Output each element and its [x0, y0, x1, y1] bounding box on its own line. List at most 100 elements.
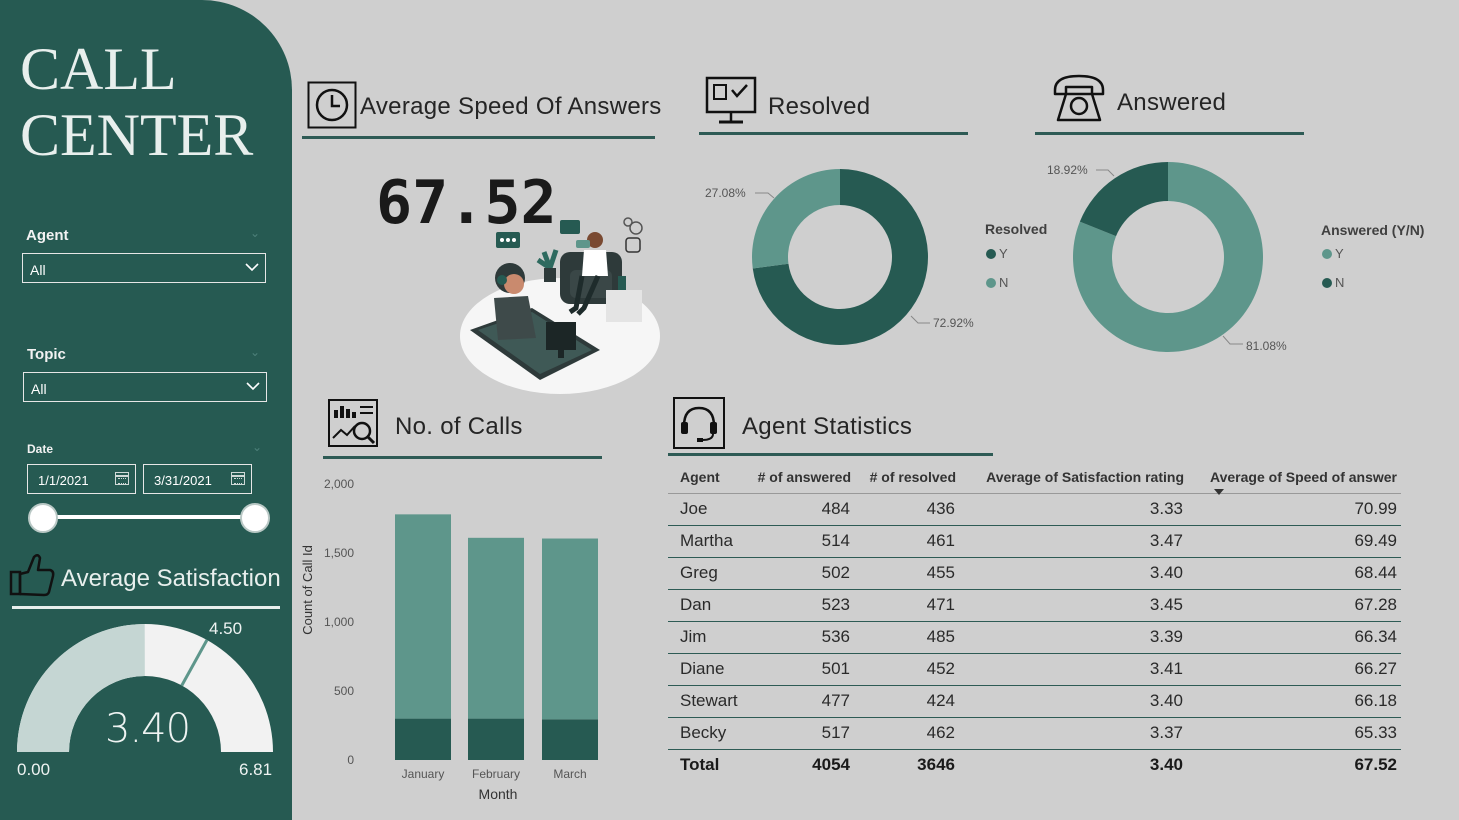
bar-march-segment-0[interactable]	[542, 719, 598, 760]
table-cell: 66.27	[1188, 653, 1401, 686]
legend-swatch	[1322, 249, 1332, 259]
donut-slice-n[interactable]	[1079, 162, 1168, 237]
table-row[interactable]: Joe 484 436 3.33 70.99	[668, 493, 1401, 526]
donut-slice-n[interactable]	[752, 169, 840, 269]
answered-title: Answered	[1117, 89, 1227, 116]
agent-stats-table: Agent # of answered # of resolved Averag…	[668, 461, 1401, 781]
agent-dropdown-value: All	[30, 262, 46, 278]
answered-divider	[1035, 132, 1304, 135]
date-range-start-handle[interactable]	[28, 503, 58, 533]
agent-stats-table-container: Agent # of answered # of resolved Averag…	[668, 461, 1401, 781]
table-cell: 485	[855, 621, 960, 654]
table-cell: 65.33	[1188, 717, 1401, 750]
column-header-resolved[interactable]: # of resolved	[855, 461, 960, 494]
table-row[interactable]: Greg 502 455 3.40 68.44	[668, 557, 1401, 590]
table-cell: 484	[746, 493, 855, 526]
column-header-speed-label: Average of Speed of answer	[1210, 468, 1397, 485]
table-row[interactable]: Dan 523 471 3.45 67.28	[668, 589, 1401, 622]
calls-bars	[395, 514, 598, 760]
call-center-illustration	[460, 217, 660, 394]
answered-legend-item-y[interactable]: Y	[1322, 246, 1344, 261]
legend-swatch	[1322, 278, 1332, 288]
total-cell: 3.40	[1149, 755, 1183, 775]
start-date-input[interactable]: 1/1/2021	[27, 464, 136, 494]
resolved-legend-item-n[interactable]: N	[986, 275, 1008, 290]
telephone-icon	[1053, 74, 1105, 122]
table-row[interactable]: Becky 517 462 3.37 65.33	[668, 717, 1401, 750]
gauge-value-label: 3.40	[105, 706, 191, 752]
sort-descending-icon	[1214, 488, 1224, 495]
resolved-divider	[699, 132, 968, 135]
table-cell: 502	[746, 557, 855, 590]
bar-january-segment-0[interactable]	[395, 718, 451, 760]
resolved-legend-label-n: N	[999, 275, 1009, 290]
table-cell: 68.44	[1188, 557, 1401, 590]
agent-name-cell: Dan	[668, 589, 746, 622]
y-tick-label: 500	[334, 684, 354, 698]
answered-n-data-label: 18.92%	[1047, 163, 1088, 177]
answered-legend-title: Answered (Y/N)	[1321, 222, 1425, 238]
y-tick-label: 2,000	[324, 477, 354, 491]
calls-bar-chart: 2,000 1,500 1,000 500 0 January February March…	[300, 477, 598, 802]
table-cell: 462	[855, 717, 960, 750]
table-cell: 523	[746, 589, 855, 622]
resolved-legend-item-y[interactable]: Y	[986, 246, 1008, 261]
bar-february-segment-1[interactable]	[468, 537, 524, 719]
answered-legend-label-n: N	[1335, 275, 1345, 290]
answered-legend-label-y: Y	[1335, 246, 1344, 261]
table-cell: 70.99	[1188, 493, 1401, 526]
date-range-end-handle[interactable]	[240, 503, 270, 533]
answered-legend-item-n[interactable]: N	[1322, 275, 1344, 290]
avg-satisfaction-title: Average Satisfaction	[61, 565, 281, 592]
topic-dropdown-value: All	[31, 381, 47, 397]
report-chart-icon	[328, 399, 378, 447]
table-row[interactable]: Jim 536 485 3.39 66.34	[668, 621, 1401, 654]
total-cell: 67.52	[1354, 755, 1397, 775]
end-date-input[interactable]: 3/31/2021	[143, 464, 252, 494]
app-title-line2: CENTER	[20, 102, 254, 168]
table-cell: 514	[746, 525, 855, 558]
x-tick-label: February	[472, 767, 520, 781]
calendar-icon[interactable]	[231, 472, 245, 485]
total-label-cell: Total	[680, 755, 720, 775]
table-cell: 452	[855, 653, 960, 686]
legend-swatch	[986, 249, 996, 259]
topic-slicer-collapse-icon[interactable]: ⌄	[250, 345, 260, 359]
calendar-icon[interactable]	[115, 472, 129, 485]
calls-y-axis-title: Count of Call Id	[300, 545, 315, 635]
table-row[interactable]: Diane 501 452 3.41 66.27	[668, 653, 1401, 686]
resolved-n-leader-line	[755, 192, 775, 199]
column-header-satisfaction[interactable]: Average of Satisfaction rating	[960, 461, 1188, 494]
agent-name-cell: Becky	[668, 717, 746, 750]
date-range-slider-track[interactable]	[42, 515, 256, 519]
x-tick-label: March	[553, 767, 586, 781]
y-tick-label: 1,000	[324, 615, 354, 629]
bar-march-segment-1[interactable]	[542, 538, 598, 720]
table-cell: 3.40	[960, 685, 1188, 718]
table-row[interactable]: Martha 514 461 3.47 69.49	[668, 525, 1401, 558]
column-header-agent[interactable]: Agent	[668, 461, 746, 494]
answered-donut-chart	[1073, 162, 1263, 352]
agent-name-cell: Martha	[668, 525, 746, 558]
table-cell: 3.39	[960, 621, 1188, 654]
agent-dropdown[interactable]: All	[22, 253, 266, 283]
table-cell: 501	[746, 653, 855, 686]
table-row[interactable]: Stewart 477 424 3.40 66.18	[668, 685, 1401, 718]
column-header-answered[interactable]: # of answered	[746, 461, 855, 494]
table-cell: 3.33	[960, 493, 1188, 526]
date-slicer-label: Date	[27, 442, 54, 456]
bar-january-segment-1[interactable]	[395, 514, 451, 719]
calls-x-axis: January February March	[402, 767, 587, 781]
date-slicer-collapse-icon[interactable]: ⌄	[252, 440, 262, 454]
table-cell: 471	[855, 589, 960, 622]
app-title-line1: CALL	[20, 36, 177, 102]
table-cell: 3.45	[960, 589, 1188, 622]
gauge-max-label: 6.81	[239, 760, 273, 779]
agent-name-cell: Stewart	[668, 685, 746, 718]
bar-february-segment-0[interactable]	[468, 718, 524, 760]
agent-stats-title: Agent Statistics	[742, 413, 913, 440]
agent-slicer-collapse-icon[interactable]: ⌄	[250, 226, 260, 240]
end-date-value: 3/31/2021	[154, 473, 212, 488]
topic-dropdown[interactable]: All	[23, 372, 267, 402]
column-header-speed[interactable]: Average of Speed of answer	[1188, 461, 1401, 495]
